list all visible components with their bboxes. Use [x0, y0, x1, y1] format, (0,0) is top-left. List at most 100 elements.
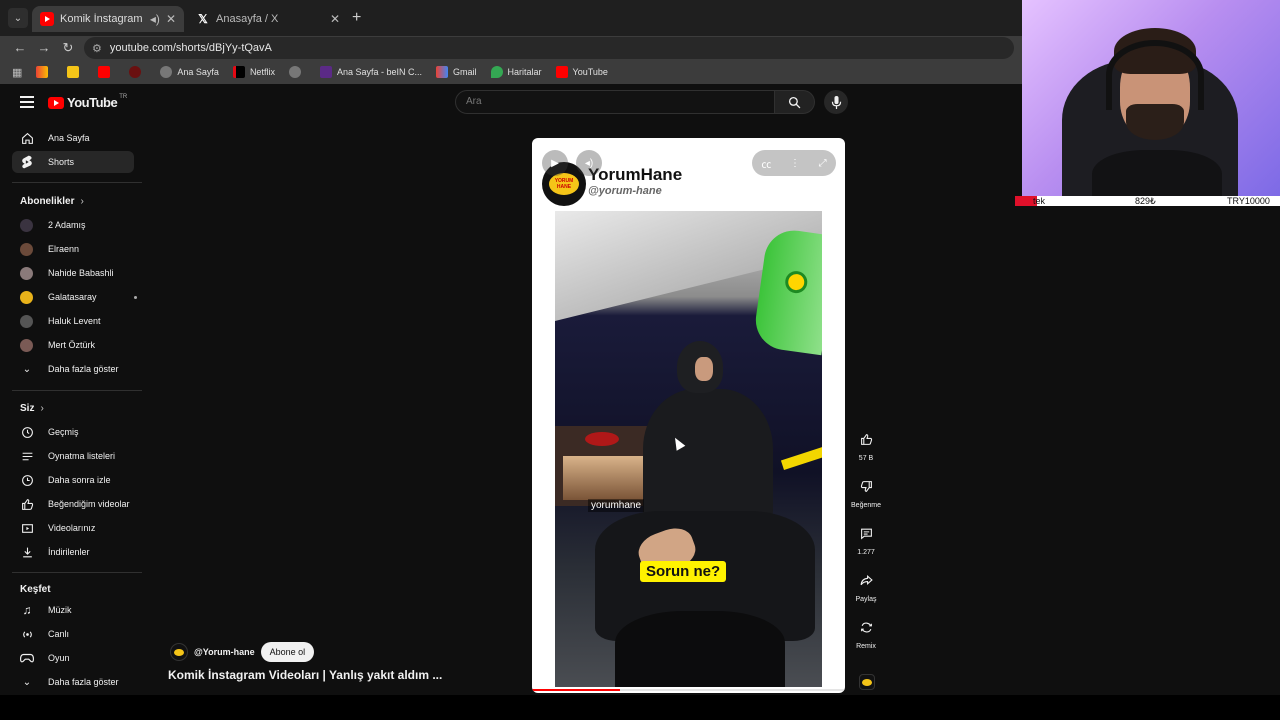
tab-youtube[interactable]: Komik İnstagram Videoları | ◂) ✕	[32, 6, 184, 32]
voice-search-button[interactable]	[824, 90, 848, 114]
red-bookmark-icon[interactable]	[129, 66, 146, 78]
share-action[interactable]: Paylaş	[848, 569, 884, 603]
menu-icon[interactable]	[20, 96, 34, 111]
you-heading[interactable]: Siz ›	[20, 403, 44, 414]
forward-arrow-icon[interactable]: →	[36, 40, 52, 55]
captions-icon[interactable]: ㏄	[761, 156, 771, 171]
person-face	[695, 357, 713, 381]
fullscreen-icon[interactable]: ⤢	[819, 158, 827, 169]
play-icon: ▶	[551, 157, 559, 169]
headset	[1106, 40, 1204, 110]
volume-button[interactable]: ◂)	[576, 150, 602, 176]
tab-title: Komik İnstagram Videoları |	[60, 13, 144, 25]
channel-avatar[interactable]	[170, 643, 188, 661]
sidebar-item-watch-later[interactable]: Daha sonra izle	[12, 469, 134, 491]
subscriptions-heading[interactable]: Abonelikler ›	[20, 196, 84, 207]
remix-icon	[855, 616, 877, 638]
comments-action[interactable]: 1.277	[848, 522, 884, 556]
watch-later-icon	[20, 473, 34, 487]
more-options-icon[interactable]: ⋮	[790, 158, 800, 169]
bookmark-youtube[interactable]: YouTube	[555, 66, 608, 78]
sidebar-item-history[interactable]: Geçmiş	[12, 421, 134, 443]
tab-x[interactable]: 𝕏 Anasayfa / X ✕	[188, 6, 348, 32]
back-arrow-icon[interactable]: ←	[12, 40, 28, 55]
microphone-icon	[831, 95, 841, 109]
sidebar-item-gaming[interactable]: Oyun	[12, 647, 134, 669]
bookmark-ana-sayfa[interactable]: Ana Sayfa	[160, 66, 219, 78]
video-title[interactable]: Komik İnstagram Videoları | Yanlış yakıt…	[168, 668, 442, 682]
channel-avatar	[20, 338, 33, 352]
divider	[12, 390, 142, 391]
youtube-play-icon	[48, 96, 64, 109]
bookmark-globe[interactable]	[288, 66, 306, 78]
comment-count: 1.277	[857, 549, 875, 556]
like-action[interactable]: 57 B	[848, 428, 884, 462]
sidebar-item-subscription[interactable]: Mert Öztürk	[12, 334, 134, 356]
bookmarks-bar: ▦ Ana Sayfa Netflix Ana Sayfa - beIN C..…	[0, 60, 1022, 84]
video-progress-bar[interactable]	[532, 689, 845, 691]
globe-icon	[160, 66, 173, 78]
sidebar-item-subscription[interactable]: Haluk Levent	[12, 310, 134, 332]
sidebar-item-playlists[interactable]: Oynatma listeleri	[12, 445, 134, 467]
sound-source-avatar[interactable]	[859, 674, 875, 690]
dislike-action[interactable]: Beğenme	[848, 475, 884, 509]
play-button[interactable]: ▶	[542, 150, 568, 176]
search-input[interactable]: Ara	[455, 90, 775, 114]
sidebar-item-show-more[interactable]: ⌄ Daha fazla göster	[12, 358, 134, 380]
ticker-right: TRY10000	[1227, 196, 1270, 206]
video-frame[interactable]: yorumhane Sorun ne?	[555, 211, 822, 687]
remix-action[interactable]: Remix	[848, 616, 884, 650]
apps-grid-icon[interactable]: ▦	[12, 66, 22, 79]
sidebar-item-liked-videos[interactable]: Beğendiğim videolar	[12, 493, 134, 515]
tab-close-icon[interactable]: ✕	[330, 12, 340, 26]
channel-avatar	[20, 314, 33, 328]
download-icon	[20, 545, 34, 559]
subscribe-button[interactable]: Abone ol	[260, 642, 315, 662]
url-field[interactable]: ⚙ youtube.com/shorts/dBjYy-tQavA	[84, 37, 1014, 59]
site-info-icon[interactable]: ⚙	[92, 42, 102, 55]
webcam-overlay	[1022, 0, 1280, 196]
sidebar-item-your-videos[interactable]: Videolarınız	[12, 517, 134, 539]
video-caption: Sorun ne?	[640, 561, 727, 582]
sidebar-item-subscription[interactable]: Galatasaray	[12, 286, 137, 308]
maps-pin-icon	[490, 66, 503, 78]
store-window	[563, 456, 653, 500]
gmail-bookmark-icon[interactable]	[36, 66, 53, 78]
sidebar-item-music[interactable]: ♫ Müzik	[12, 599, 134, 621]
dislike-label: Beğenme	[851, 502, 881, 509]
youtube-bookmark-icon[interactable]	[98, 66, 115, 78]
comment-icon	[855, 522, 877, 544]
sidebar-item-show-more[interactable]: ⌄ Daha fazla göster	[12, 671, 134, 693]
youtube-logo[interactable]: YouTube TR	[48, 94, 127, 110]
sidebar-item-subscription[interactable]: 2 Adamış	[12, 214, 134, 236]
speaker-icon[interactable]: ◂)	[150, 12, 160, 26]
bookmark-maps[interactable]: Haritalar	[490, 66, 542, 78]
sidebar-item-home[interactable]: Ana Sayfa	[12, 127, 134, 149]
yellow-bookmark-icon[interactable]	[67, 66, 84, 78]
tab-search-button[interactable]: ⌄	[8, 8, 28, 28]
playlist-icon	[20, 449, 34, 463]
sidebar-item-shorts[interactable]: Shorts	[12, 151, 134, 173]
netflix-icon	[232, 66, 245, 78]
search-button[interactable]	[775, 90, 815, 114]
divider	[12, 572, 142, 573]
shorts-player[interactable]: YORUM HANE YorumHane @yorum-hane ▶ ◂) ㏄ …	[532, 138, 845, 693]
search-icon	[788, 96, 801, 108]
sidebar-item-live[interactable]: Canlı	[12, 623, 134, 645]
reload-icon[interactable]: ↻	[60, 40, 76, 56]
bookmark-bein[interactable]: Ana Sayfa - beIN C...	[319, 66, 422, 78]
sidebar: Ana Sayfa Shorts Abonelikler › 2 Adamış E…	[0, 120, 146, 695]
your-videos-icon	[20, 521, 34, 535]
bookmark-gmail[interactable]: Gmail	[436, 66, 477, 78]
new-tab-button[interactable]: +	[352, 9, 361, 27]
motorcycle	[615, 611, 785, 687]
bookmark-netflix[interactable]: Netflix	[232, 66, 275, 78]
store-sign	[585, 432, 619, 446]
bottom-letterbox	[0, 695, 1280, 720]
sidebar-item-subscription[interactable]: Nahide Babashli	[12, 262, 134, 284]
browser-tab-strip: ⌄ Komik İnstagram Videoları | ◂) ✕ 𝕏 Ana…	[0, 0, 1022, 36]
tab-close-icon[interactable]: ✕	[166, 12, 176, 26]
sidebar-item-subscription[interactable]: Elraenn	[12, 238, 134, 260]
sidebar-item-downloads[interactable]: İndirilenler	[12, 541, 134, 563]
channel-handle[interactable]: @Yorum-hane	[194, 647, 255, 657]
